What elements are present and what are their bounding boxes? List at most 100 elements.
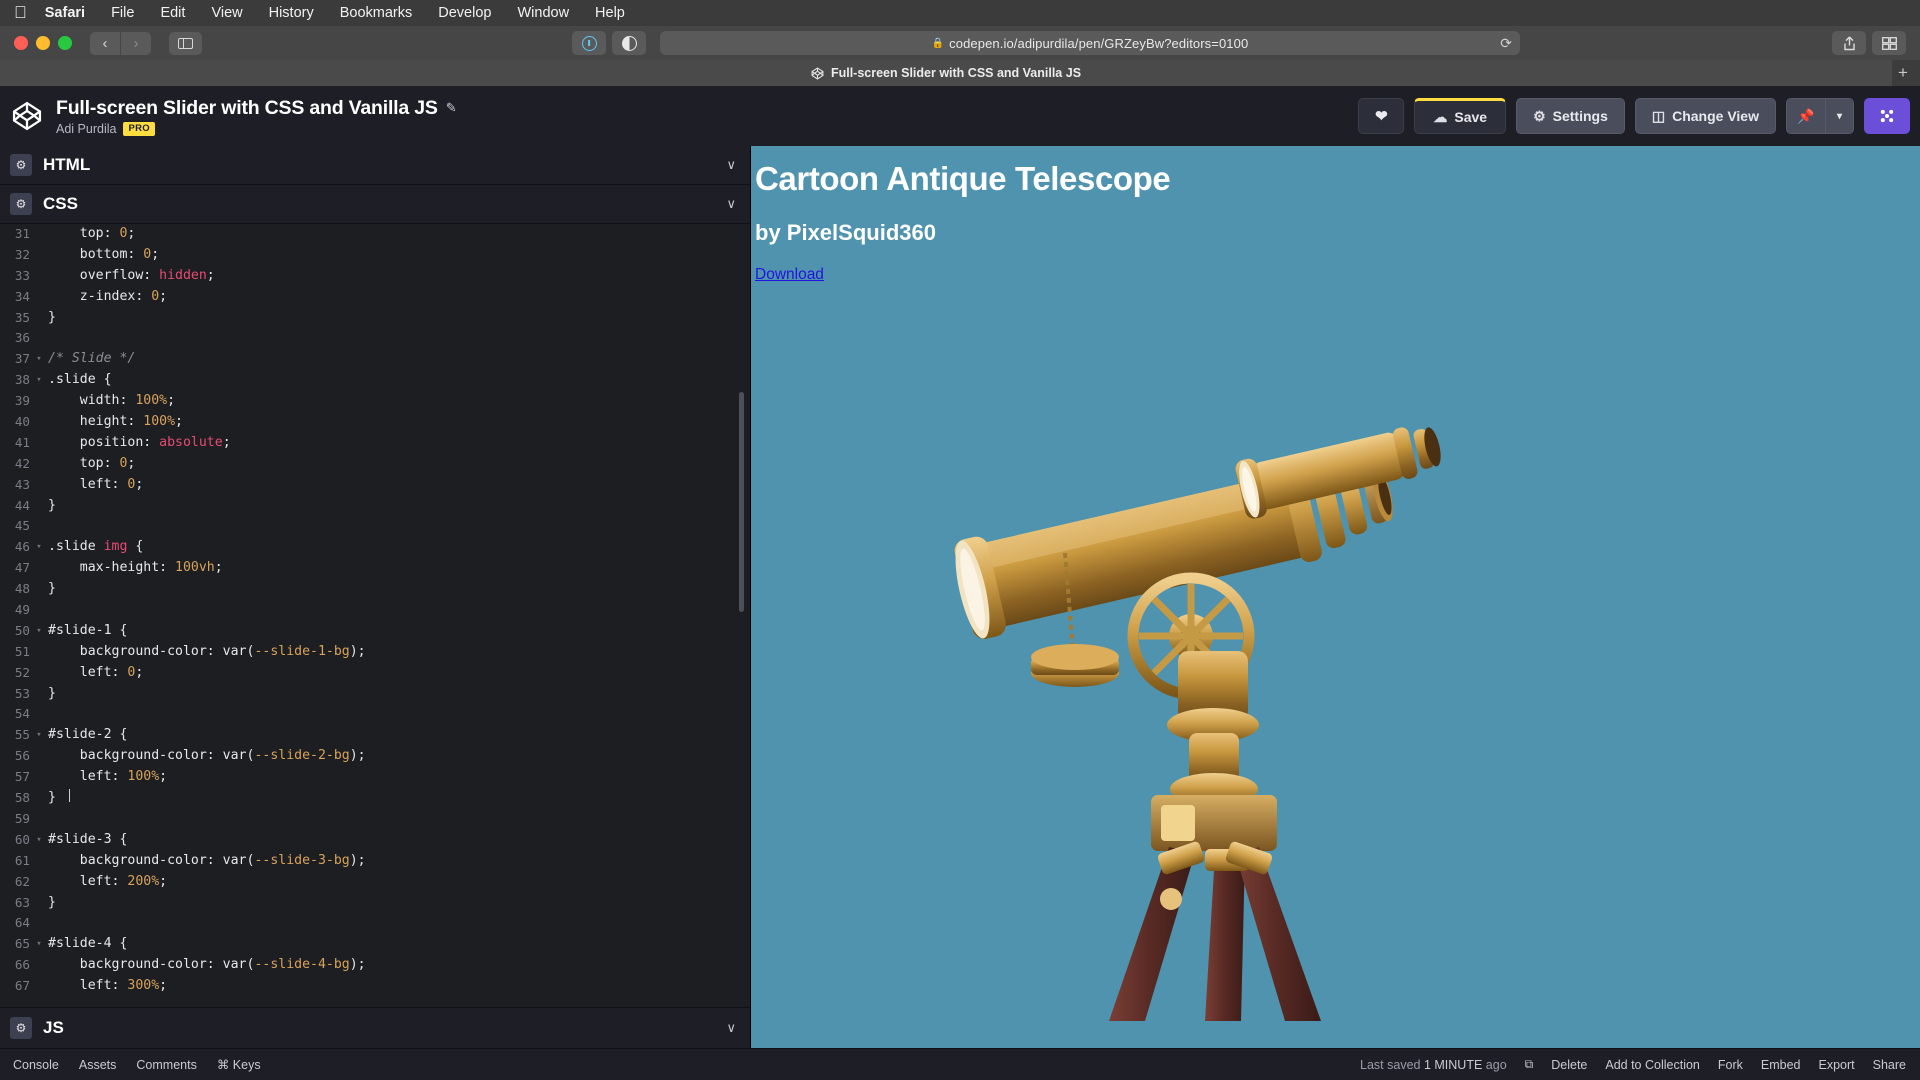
- address-bar[interactable]: 🔒 codepen.io/adipurdila/pen/GRZeyBw?edit…: [660, 31, 1520, 55]
- code-line[interactable]: 38 ▾ .slide {: [0, 370, 750, 391]
- menu-item-safari[interactable]: Safari: [45, 5, 85, 21]
- code-line[interactable]: 61 background-color: var(--slide-3-bg);: [0, 851, 750, 872]
- css-pane-header[interactable]: ⚙ CSS ∨: [0, 185, 750, 224]
- console-button[interactable]: Console: [13, 1058, 59, 1072]
- embed-button[interactable]: Embed: [1761, 1058, 1801, 1072]
- settings-button[interactable]: ⚙ Settings: [1516, 98, 1625, 134]
- code-line[interactable]: 31 top: 0;: [0, 224, 750, 245]
- menu-item-window[interactable]: Window: [517, 5, 569, 21]
- code-line[interactable]: 67 left: 300%;: [0, 976, 750, 997]
- show-tab-overview-button[interactable]: [1872, 31, 1906, 55]
- fold-toggle-icon[interactable]: ▾: [30, 621, 48, 642]
- reader-view-button[interactable]: [572, 31, 606, 55]
- menu-item-develop[interactable]: Develop: [438, 5, 491, 21]
- menu-item-help[interactable]: Help: [595, 5, 625, 21]
- chevron-down-icon[interactable]: ∨: [726, 157, 736, 173]
- pin-button[interactable]: 📌: [1786, 98, 1826, 134]
- close-window-button[interactable]: [14, 36, 28, 50]
- add-to-collection-button[interactable]: Add to Collection: [1605, 1058, 1700, 1072]
- css-code-editor[interactable]: 31 top: 0; 32 bottom: 0; 33 overflow: hidd…: [0, 224, 750, 1007]
- maximize-window-button[interactable]: [58, 36, 72, 50]
- chevron-down-icon[interactable]: ∨: [726, 196, 736, 212]
- code-line[interactable]: 53}: [0, 684, 750, 705]
- chevron-down-icon[interactable]: ∨: [726, 1020, 736, 1036]
- menu-item-edit[interactable]: Edit: [160, 5, 185, 21]
- share-button[interactable]: [1832, 31, 1866, 55]
- code-line[interactable]: 45: [0, 516, 750, 537]
- code-line[interactable]: 34 z-index: 0;: [0, 287, 750, 308]
- code-line[interactable]: 51 background-color: var(--slide-1-bg);: [0, 642, 750, 663]
- love-button[interactable]: ❤: [1358, 98, 1405, 134]
- reload-icon[interactable]: ⟳: [1500, 35, 1512, 52]
- fold-toggle-icon[interactable]: ▾: [30, 830, 48, 851]
- code-line[interactable]: 55 ▾ #slide-2 {: [0, 725, 750, 746]
- comments-button[interactable]: Comments: [136, 1058, 196, 1072]
- menu-item-bookmarks[interactable]: Bookmarks: [340, 5, 413, 21]
- share-button[interactable]: Share: [1873, 1058, 1906, 1072]
- page-contrast-button[interactable]: [612, 31, 646, 55]
- code-line[interactable]: 32 bottom: 0;: [0, 245, 750, 266]
- code-line[interactable]: 50 ▾ #slide-1 {: [0, 621, 750, 642]
- code-line[interactable]: 40 height: 100%;: [0, 412, 750, 433]
- code-line[interactable]: 64: [0, 913, 750, 934]
- fold-toggle-icon[interactable]: ▾: [30, 934, 48, 955]
- assets-button[interactable]: Assets: [79, 1058, 117, 1072]
- html-pane-header[interactable]: ⚙ HTML ∨: [0, 146, 750, 185]
- code-line[interactable]: 42 top: 0;: [0, 454, 750, 475]
- code-line[interactable]: 54: [0, 704, 750, 725]
- preview-pane[interactable]: Cartoon Antique Telescope by PixelSquid3…: [751, 146, 1920, 1048]
- code-line[interactable]: 65 ▾ #slide-4 {: [0, 934, 750, 955]
- open-external-icon[interactable]: ⧉: [1525, 1057, 1534, 1072]
- gear-icon[interactable]: ⚙: [10, 154, 32, 176]
- save-button[interactable]: ☁ Save: [1414, 98, 1507, 134]
- edit-pencil-icon[interactable]: ✎: [446, 100, 457, 116]
- keys-button[interactable]: ⌘ Keys: [217, 1057, 261, 1072]
- editor-scrollbar[interactable]: [739, 392, 744, 612]
- code-line[interactable]: 62 left: 200%;: [0, 872, 750, 893]
- download-link[interactable]: Download: [755, 266, 824, 284]
- code-line[interactable]: 60 ▾ #slide-3 {: [0, 830, 750, 851]
- code-line[interactable]: 36: [0, 328, 750, 349]
- fold-toggle-icon[interactable]: ▾: [30, 370, 48, 391]
- gear-icon[interactable]: ⚙: [10, 1017, 32, 1039]
- code-line[interactable]: 43 left: 0;: [0, 475, 750, 496]
- fold-toggle-icon[interactable]: ▾: [30, 537, 48, 558]
- code-line[interactable]: 33 overflow: hidden;: [0, 266, 750, 287]
- code-line[interactable]: 35}: [0, 308, 750, 329]
- export-button[interactable]: Export: [1819, 1058, 1855, 1072]
- js-pane-header[interactable]: ⚙ JS ∨: [0, 1007, 750, 1048]
- code-line[interactable]: 41 position: absolute;: [0, 433, 750, 454]
- menu-item-history[interactable]: History: [269, 5, 314, 21]
- code-line[interactable]: 57 left: 100%;: [0, 767, 750, 788]
- gear-icon[interactable]: ⚙: [10, 193, 32, 215]
- grid-menu-button[interactable]: [1864, 98, 1910, 134]
- change-view-button[interactable]: ◫ Change View: [1634, 98, 1776, 134]
- menu-item-file[interactable]: File: [111, 5, 134, 21]
- new-tab-button[interactable]: +: [1892, 60, 1914, 86]
- code-line[interactable]: 48}: [0, 579, 750, 600]
- code-line[interactable]: 56 background-color: var(--slide-2-bg);: [0, 746, 750, 767]
- codepen-logo-icon[interactable]: [10, 99, 44, 133]
- code-line[interactable]: 37 ▾/* Slide */: [0, 349, 750, 370]
- delete-button[interactable]: Delete: [1551, 1058, 1587, 1072]
- code-line[interactable]: 58}: [0, 788, 750, 809]
- forward-button[interactable]: ›: [121, 31, 151, 55]
- browser-tab[interactable]: Full-screen Slider with CSS and Vanilla …: [0, 60, 1892, 86]
- pin-dropdown-button[interactable]: ▾: [1826, 98, 1854, 134]
- code-line[interactable]: 52 left: 0;: [0, 663, 750, 684]
- sidebar-toggle-button[interactable]: [169, 31, 202, 55]
- code-line[interactable]: 39 width: 100%;: [0, 391, 750, 412]
- code-line[interactable]: 46 ▾ .slide img {: [0, 537, 750, 558]
- apple-icon[interactable]: : [14, 4, 27, 21]
- back-button[interactable]: ‹: [90, 31, 120, 55]
- code-line[interactable]: 44}: [0, 496, 750, 517]
- fold-toggle-icon[interactable]: ▾: [30, 725, 48, 746]
- code-line[interactable]: 66 background-color: var(--slide-4-bg);: [0, 955, 750, 976]
- fold-toggle-icon[interactable]: ▾: [30, 349, 48, 370]
- author-name[interactable]: Adi Purdila: [56, 122, 116, 136]
- code-line[interactable]: 63}: [0, 893, 750, 914]
- code-line[interactable]: 59: [0, 809, 750, 830]
- menu-item-view[interactable]: View: [211, 5, 242, 21]
- code-line[interactable]: 49: [0, 600, 750, 621]
- fork-button[interactable]: Fork: [1718, 1058, 1743, 1072]
